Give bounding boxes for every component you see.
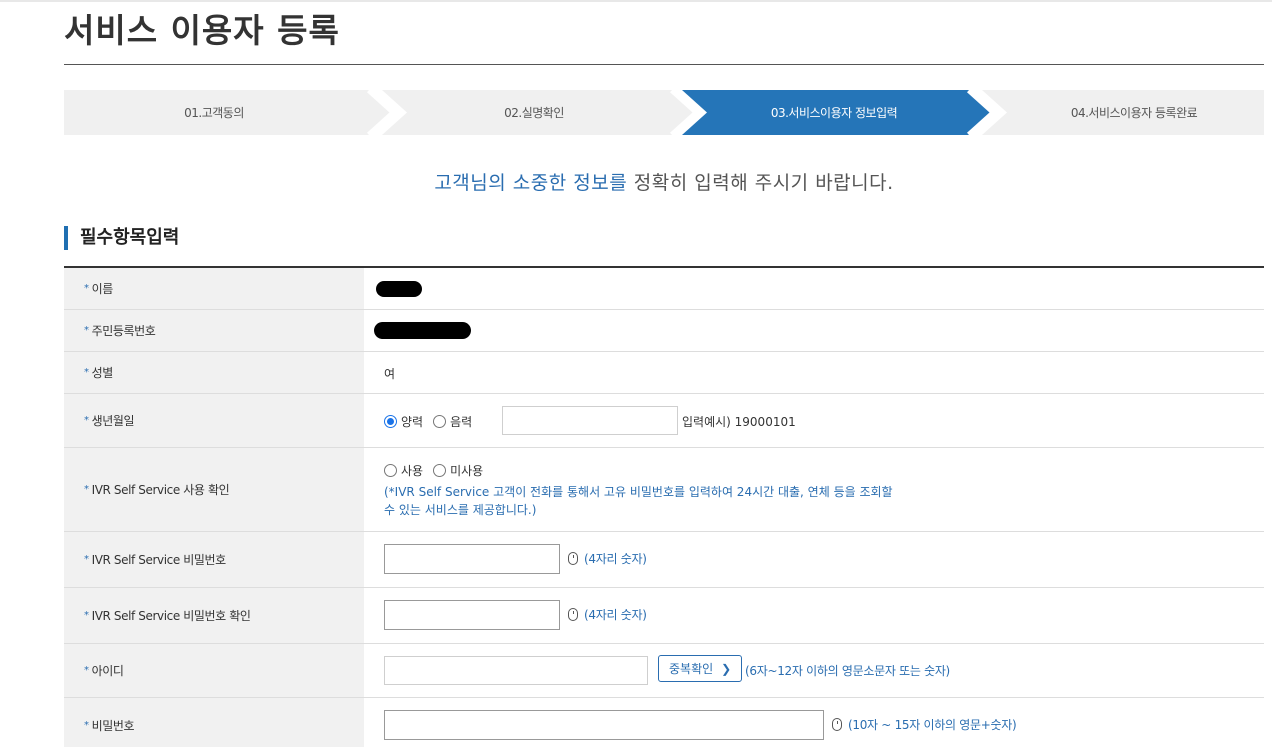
ivr-use-yes-radio[interactable]: 사용: [384, 462, 423, 479]
solar-radio[interactable]: 양력: [384, 413, 423, 430]
ivr-use-group: 사용 미사용: [384, 462, 493, 479]
rrn-value: [364, 310, 1264, 351]
mouse-icon: [568, 608, 578, 621]
gender-label: * 성별: [64, 352, 364, 393]
chevron-right-icon: ❯: [721, 661, 732, 676]
birth-date-input[interactable]: [502, 406, 678, 435]
section-title: 필수항목입력: [64, 226, 179, 250]
mouse-icon: [568, 552, 578, 565]
registration-form: * 이름 * 주민등록번호 * 성별 여 * 생년월일 양력 음력 입력예시) 1900…: [64, 266, 1264, 747]
top-border: [0, 0, 1272, 2]
ivr-use-no-radio[interactable]: 미사용: [433, 462, 483, 479]
ivr-use-value: 사용 미사용 (*IVR Self Service 고객이 전화를 통해서 고유…: [364, 448, 1264, 531]
password-row: * 비밀번호 (10자 ~ 15자 이하의 영문+숫자): [64, 698, 1264, 747]
rrn-label: * 주민등록번호: [64, 310, 364, 351]
gender-text: 여: [384, 367, 396, 381]
ivr-password-confirm-row: * IVR Self Service 비밀번호 확인 (4자리 숫자): [64, 588, 1264, 644]
calendar-type-group: 양력 음력: [384, 413, 482, 430]
intro-message: 고객님의 소중한 정보를 정확히 입력해 주시기 바랍니다.: [0, 168, 1272, 195]
rrn-redaction: [374, 322, 471, 339]
id-label: * 아이디: [64, 644, 364, 697]
name-label: * 이름: [64, 268, 364, 309]
birth-value: 양력 음력 입력예시) 19000101: [364, 394, 1264, 447]
step-4: 04.서비스이용자 등록완료: [1070, 106, 1198, 120]
birth-label: * 생년월일: [64, 394, 364, 447]
birth-hint: 입력예시) 19000101: [682, 415, 796, 429]
password-input[interactable]: [384, 710, 824, 740]
step-3-active: 03.서비스이용자 정보입력: [770, 106, 898, 120]
ivr-password-row: * IVR Self Service 비밀번호 (4자리 숫자): [64, 532, 1264, 588]
rrn-row: * 주민등록번호: [64, 310, 1264, 352]
id-row: * 아이디 중복확인 ❯ (6자~12자 이하의 영문소문자 또는 숫자): [64, 644, 1264, 698]
intro-accent: 고객님의 소중한 정보를: [434, 172, 628, 194]
ivr-password-input[interactable]: [384, 544, 560, 574]
password-value: (10자 ~ 15자 이하의 영문+숫자): [364, 698, 1264, 747]
password-hint: (10자 ~ 15자 이하의 영문+숫자): [832, 716, 1017, 733]
ivr-password-value: (4자리 숫자): [364, 532, 1264, 587]
id-duplicate-check-button[interactable]: 중복확인 ❯: [658, 655, 743, 682]
password-label: * 비밀번호: [64, 698, 364, 747]
gender-row: * 성별 여: [64, 352, 1264, 394]
id-input[interactable]: [384, 656, 648, 685]
lunar-radio[interactable]: 음력: [433, 413, 472, 430]
page-title: 서비스 이용자 등록: [64, 11, 340, 50]
ivr-password-confirm-label: * IVR Self Service 비밀번호 확인: [64, 588, 364, 643]
ivr-password-hint: (4자리 숫자): [568, 550, 647, 567]
step-progress: 01.고객동의 02.실명확인 03.서비스이용자 정보입력 04.서비스이용자…: [64, 90, 1264, 135]
name-value: [364, 268, 1264, 309]
ivr-note: (*IVR Self Service 고객이 전화를 통해서 고유 비밀번호를 …: [384, 485, 893, 517]
ivr-use-row: * IVR Self Service 사용 확인 사용 미사용 (*IVR Sel…: [64, 448, 1264, 532]
birth-row: * 생년월일 양력 음력 입력예시) 19000101: [64, 394, 1264, 448]
ivr-password-confirm-value: (4자리 숫자): [364, 588, 1264, 643]
step-2: 02.실명확인: [504, 106, 564, 120]
name-redaction: [376, 281, 422, 297]
id-value: 중복확인 ❯ (6자~12자 이하의 영문소문자 또는 숫자): [364, 644, 1264, 697]
ivr-password-confirm-hint: (4자리 숫자): [568, 606, 647, 623]
name-row: * 이름: [64, 268, 1264, 310]
ivr-password-confirm-input[interactable]: [384, 600, 560, 630]
intro-rest: 정확히 입력해 주시기 바랍니다.: [627, 172, 894, 194]
gender-value: 여: [364, 352, 1264, 393]
title-divider: [64, 64, 1264, 65]
id-hint: (6자~12자 이하의 영문소문자 또는 숫자): [745, 664, 950, 678]
step-1: 01.고객동의: [184, 106, 244, 120]
ivr-password-label: * IVR Self Service 비밀번호: [64, 532, 364, 587]
ivr-use-label: * IVR Self Service 사용 확인: [64, 448, 364, 531]
mouse-icon: [832, 718, 842, 731]
